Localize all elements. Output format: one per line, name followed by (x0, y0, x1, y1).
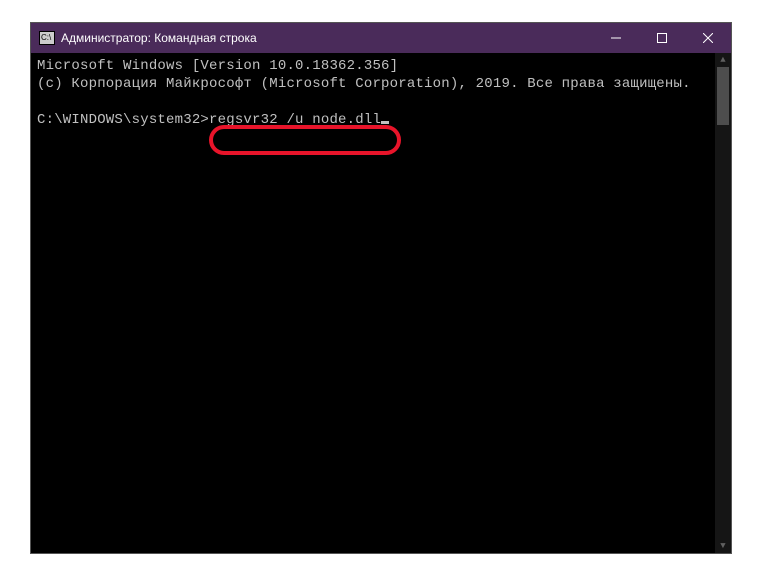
titlebar[interactable]: C:\ Администратор: Командная строка (31, 23, 731, 53)
console-output[interactable]: Microsoft Windows [Version 10.0.18362.35… (31, 53, 715, 553)
command-prompt-window: C:\ Администратор: Командная строка Micr… (30, 22, 732, 554)
console-area: Microsoft Windows [Version 10.0.18362.35… (31, 53, 731, 553)
window-title: Администратор: Командная строка (61, 31, 257, 45)
output-line: (c) Корпорация Майкрософт (Microsoft Cor… (37, 76, 691, 92)
scroll-down-icon[interactable]: ▼ (715, 539, 731, 553)
cmd-icon: C:\ (39, 31, 55, 45)
vertical-scrollbar[interactable]: ▲ ▼ (715, 53, 731, 553)
command-input[interactable]: regsvr32 /u node.dll (209, 112, 381, 128)
minimize-button[interactable] (593, 23, 639, 53)
output-line: Microsoft Windows [Version 10.0.18362.35… (37, 58, 398, 74)
scroll-up-icon[interactable]: ▲ (715, 53, 731, 67)
scroll-thumb[interactable] (717, 67, 729, 125)
prompt: C:\WINDOWS\system32> (37, 112, 209, 128)
text-cursor (381, 121, 389, 124)
close-button[interactable] (685, 23, 731, 53)
titlebar-buttons (593, 23, 731, 53)
maximize-button[interactable] (639, 23, 685, 53)
titlebar-left: C:\ Администратор: Командная строка (31, 31, 257, 45)
